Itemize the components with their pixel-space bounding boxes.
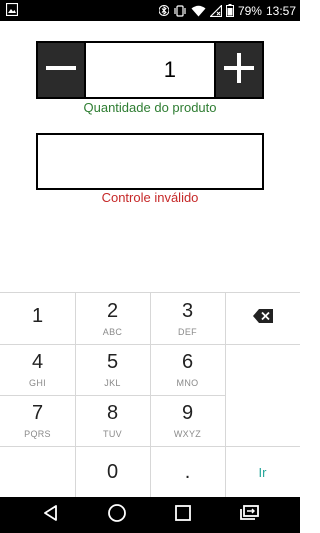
- key-3[interactable]: 3 DEF: [150, 293, 225, 344]
- key-digit: .: [184, 461, 191, 483]
- switch-sim-button[interactable]: [229, 497, 269, 533]
- key-1[interactable]: 1: [0, 293, 75, 344]
- key-4[interactable]: 4 GHI: [0, 344, 75, 395]
- control-input[interactable]: [36, 133, 264, 190]
- key-5[interactable]: 5 JKL: [75, 344, 150, 395]
- key-digit: 7: [31, 402, 44, 424]
- backspace-icon: [252, 308, 274, 329]
- numeric-keypad: 1 2 ABC 3 DEF 4 GHI 5 JKL 6 MNO 7 PQRS 8…: [0, 292, 300, 498]
- key-digit: 4: [31, 351, 44, 373]
- status-bar: 79% 13:57: [0, 0, 300, 21]
- key-letters: GHI: [29, 378, 46, 388]
- home-circle-icon: [107, 503, 127, 528]
- key-9[interactable]: 9 WXYZ: [150, 395, 225, 446]
- key-6[interactable]: 6 MNO: [150, 344, 225, 395]
- key-decimal[interactable]: .: [150, 446, 225, 498]
- key-digit: 6: [181, 351, 194, 373]
- no-sim-icon: [209, 4, 222, 17]
- backspace-key[interactable]: [225, 293, 300, 344]
- minus-icon: [45, 52, 77, 89]
- back-button[interactable]: [31, 497, 71, 533]
- recents-button[interactable]: [163, 497, 203, 533]
- key-digit: 2: [106, 300, 119, 322]
- key-8[interactable]: 8 TUV: [75, 395, 150, 446]
- key-letters: WXYZ: [173, 429, 202, 439]
- control-error-text: Controle inválido: [101, 190, 199, 205]
- quantity-value[interactable]: 1: [84, 43, 216, 97]
- wifi-icon: [191, 5, 206, 17]
- vibrate-icon: [173, 4, 187, 17]
- image-notification-icon: [6, 3, 18, 16]
- key-digit: 5: [106, 351, 119, 373]
- key-0[interactable]: 0: [75, 446, 150, 498]
- key-7[interactable]: 7 PQRS: [0, 395, 75, 446]
- clock: 13:57: [265, 3, 296, 18]
- go-label: Ir: [258, 464, 267, 480]
- key-letters: JKL: [104, 378, 121, 388]
- key-letters: PQRS: [24, 429, 51, 439]
- key-letters: MNO: [176, 378, 199, 388]
- key-digit: 1: [31, 305, 44, 327]
- home-button[interactable]: [97, 497, 137, 533]
- plus-icon: [223, 52, 255, 89]
- recents-square-icon: [174, 504, 192, 527]
- decrement-button[interactable]: [38, 43, 84, 97]
- quantity-stepper: 1: [36, 41, 264, 99]
- battery-icon: [225, 4, 234, 17]
- key-letters: TUV: [103, 429, 122, 439]
- key-digit: 0: [106, 461, 119, 483]
- go-key[interactable]: Ir: [225, 446, 300, 498]
- navigation-bar: [0, 497, 300, 533]
- key-digit: 3: [181, 300, 194, 322]
- back-triangle-icon: [42, 504, 60, 527]
- key-letters: DEF: [178, 327, 197, 337]
- key-letters: ABC: [102, 327, 123, 337]
- increment-button[interactable]: [216, 43, 262, 97]
- key-2[interactable]: 2 ABC: [75, 293, 150, 344]
- key-digit: 9: [181, 402, 194, 424]
- switch-sim-icon: [237, 504, 261, 527]
- quantity-label: Quantidade do produto: [83, 100, 217, 115]
- bluetooth-icon: [158, 4, 169, 17]
- battery-percent: 79%: [237, 3, 262, 18]
- key-digit: 8: [106, 402, 119, 424]
